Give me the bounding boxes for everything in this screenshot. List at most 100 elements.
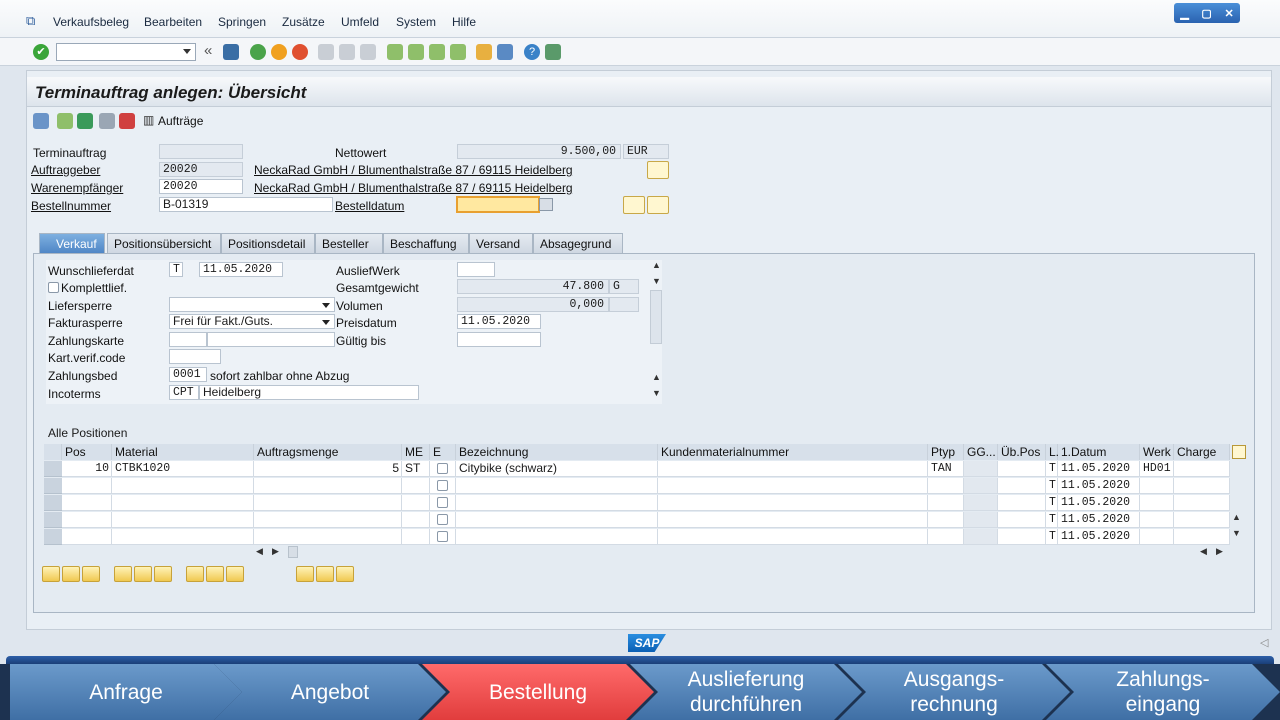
enter-check-icon[interactable]: ✔ bbox=[33, 44, 49, 60]
close-button[interactable]: ✕ bbox=[1224, 7, 1233, 20]
item-checkbox[interactable] bbox=[437, 463, 448, 474]
scroll-left-icon-2[interactable]: ◀ bbox=[1200, 546, 1207, 557]
terminauftrag-field[interactable] bbox=[159, 144, 243, 159]
table-settings-icon[interactable] bbox=[1232, 445, 1246, 459]
tab-positionsuebersicht[interactable]: Positionsübersicht bbox=[107, 233, 221, 253]
cell-e[interactable] bbox=[430, 512, 456, 528]
tab-versand[interactable]: Versand bbox=[469, 233, 533, 253]
cell-gg[interactable] bbox=[964, 461, 998, 477]
calendar-picker-icon[interactable] bbox=[539, 198, 553, 211]
col-e[interactable]: E bbox=[430, 444, 456, 460]
menu-umfeld[interactable]: Umfeld bbox=[341, 15, 379, 29]
bestelldatum-field[interactable] bbox=[456, 196, 540, 213]
menu-system[interactable]: System bbox=[396, 15, 436, 29]
zahlungsbed-field[interactable]: 0001 bbox=[169, 367, 207, 382]
process-step-angebot[interactable]: Angebot bbox=[214, 664, 446, 720]
process-step-auslieferung[interactable]: Auslieferung durchführen bbox=[630, 664, 862, 720]
cell-ptyp[interactable] bbox=[928, 495, 964, 511]
liefersperre-select[interactable] bbox=[169, 297, 335, 312]
cell-kundenmaterialnummer[interactable] bbox=[658, 461, 928, 477]
edit-item-icon[interactable] bbox=[336, 566, 354, 582]
save-icon[interactable] bbox=[223, 44, 239, 60]
back-icon[interactable] bbox=[250, 44, 266, 60]
cell-l[interactable]: T bbox=[1046, 529, 1058, 545]
cell-me[interactable] bbox=[402, 512, 430, 528]
exit-icon[interactable] bbox=[271, 44, 287, 60]
col-ptyp[interactable]: Ptyp bbox=[928, 444, 964, 460]
cell-1-datum[interactable]: 11.05.2020 bbox=[1058, 495, 1140, 511]
incoterms-text-field[interactable]: Heidelberg bbox=[199, 385, 419, 400]
cancel-icon[interactable] bbox=[292, 44, 308, 60]
incoterms-field[interactable]: CPT bbox=[169, 385, 199, 400]
availability-icon[interactable] bbox=[206, 566, 224, 582]
cell-charge[interactable] bbox=[1174, 478, 1230, 494]
cell-pos[interactable] bbox=[62, 512, 112, 528]
cell-auftragsmenge[interactable]: 5 bbox=[254, 461, 402, 477]
delete-row-icon[interactable] bbox=[82, 566, 100, 582]
tab-positionsdetail[interactable]: Positionsdetail bbox=[221, 233, 315, 253]
col-l[interactable]: L. bbox=[1046, 444, 1059, 460]
col-material[interactable]: Material bbox=[112, 444, 254, 460]
menu-icon[interactable]: ⧉ bbox=[26, 13, 35, 29]
item-checkbox[interactable] bbox=[437, 497, 448, 508]
material-determination-icon[interactable] bbox=[316, 566, 334, 582]
col-ueb-pos[interactable]: Üb.Pos bbox=[998, 444, 1046, 460]
print-icon[interactable] bbox=[318, 44, 334, 60]
row-selector[interactable] bbox=[44, 478, 62, 494]
configuration-icon[interactable] bbox=[186, 566, 204, 582]
orders-button[interactable]: Aufträge bbox=[158, 114, 203, 128]
first-page-icon[interactable] bbox=[387, 44, 403, 60]
cell-bezeichnung[interactable]: Citybike (schwarz) bbox=[456, 461, 658, 477]
process-step-bestellung[interactable]: Bestellung bbox=[422, 664, 654, 720]
cell-werk[interactable] bbox=[1140, 512, 1174, 528]
tab-besteller[interactable]: Besteller bbox=[315, 233, 383, 253]
cell-material[interactable]: CTBK1020 bbox=[112, 461, 254, 477]
cell-material[interactable] bbox=[112, 512, 254, 528]
col-auftragsmenge[interactable]: Auftragsmenge bbox=[254, 444, 402, 460]
cell-werk[interactable] bbox=[1140, 529, 1174, 545]
scroll-right-icon[interactable]: ▶ bbox=[272, 546, 279, 557]
cell-charge[interactable] bbox=[1174, 529, 1230, 545]
col-1-datum[interactable]: 1.Datum bbox=[1058, 444, 1140, 460]
cell-material[interactable] bbox=[112, 495, 254, 511]
col-me[interactable]: ME bbox=[402, 444, 430, 460]
select-block-icon[interactable] bbox=[134, 566, 152, 582]
select-all-icon[interactable] bbox=[114, 566, 132, 582]
pricing-icon[interactable] bbox=[99, 113, 115, 129]
reject-icon[interactable] bbox=[119, 113, 135, 129]
orders-grid-icon[interactable]: ▥ bbox=[143, 113, 154, 127]
warenempfaenger-field[interactable]: 20020 bbox=[159, 179, 243, 194]
cell-1-datum[interactable]: 11.05.2020 bbox=[1058, 529, 1140, 545]
warenempfaenger-address[interactable]: NeckaRad GmbH / Blumenthalstraße 87 / 69… bbox=[254, 181, 573, 195]
vertical-scrollbar[interactable] bbox=[650, 290, 662, 344]
cell-me[interactable] bbox=[402, 529, 430, 545]
layout-settings-icon[interactable] bbox=[545, 44, 561, 60]
row-selector[interactable] bbox=[44, 512, 62, 528]
command-field[interactable] bbox=[56, 43, 196, 61]
cell-material[interactable] bbox=[112, 478, 254, 494]
cell-bezeichnung[interactable] bbox=[456, 512, 658, 528]
cell-pos[interactable] bbox=[62, 495, 112, 511]
menu-springen[interactable]: Springen bbox=[218, 15, 266, 29]
scroll-down-icon-2[interactable]: ▼ bbox=[652, 388, 661, 398]
col-bezeichnung[interactable]: Bezeichnung bbox=[456, 444, 658, 460]
ausliefwerk-field[interactable] bbox=[457, 262, 495, 277]
cell-ueb-pos[interactable] bbox=[998, 495, 1046, 511]
row-selector[interactable] bbox=[44, 495, 62, 511]
cell-auftragsmenge[interactable] bbox=[254, 512, 402, 528]
cell-ptyp[interactable] bbox=[928, 512, 964, 528]
cell-material[interactable] bbox=[112, 529, 254, 545]
scroll-up-icon-2[interactable]: ▲ bbox=[652, 372, 661, 382]
last-page-icon[interactable] bbox=[450, 44, 466, 60]
cell-me[interactable] bbox=[402, 478, 430, 494]
cell-e[interactable] bbox=[430, 461, 456, 477]
auftraggeber-label[interactable]: Auftraggeber bbox=[31, 163, 100, 177]
row-selector[interactable] bbox=[44, 461, 62, 477]
cell-l[interactable]: T bbox=[1046, 478, 1058, 494]
deselect-all-icon[interactable] bbox=[154, 566, 172, 582]
scroll-down-icon[interactable]: ▼ bbox=[652, 276, 661, 286]
cell-werk[interactable] bbox=[1140, 495, 1174, 511]
cell-ptyp[interactable] bbox=[928, 478, 964, 494]
help-icon[interactable]: ? bbox=[524, 44, 540, 60]
process-step-ausgangsrechnung[interactable]: Ausgangs-rechnung bbox=[838, 664, 1070, 720]
